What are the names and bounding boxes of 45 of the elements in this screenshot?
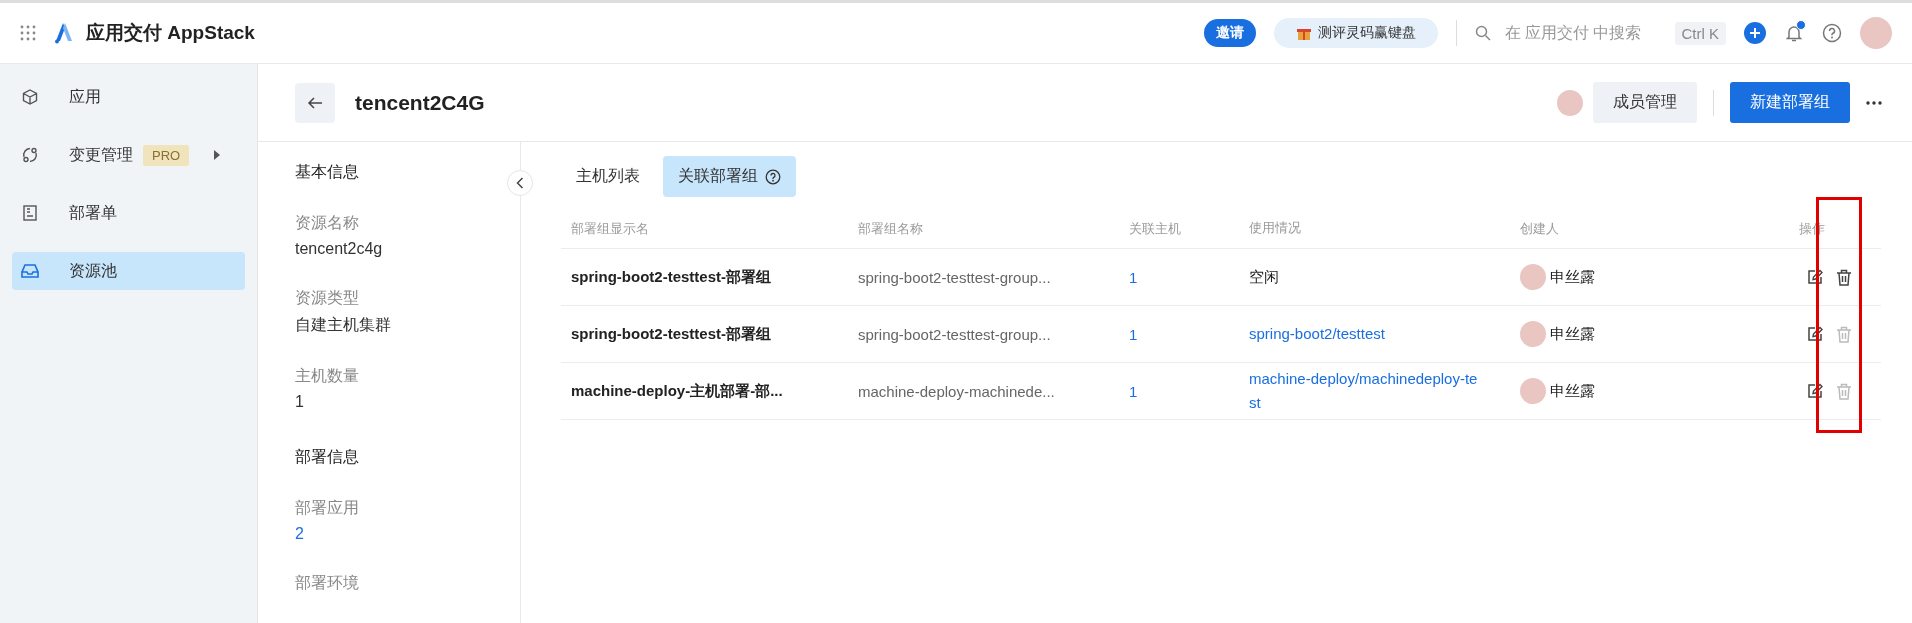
host-count-link[interactable]: 1 bbox=[1119, 268, 1239, 286]
pro-badge: PRO bbox=[143, 144, 190, 166]
table-cell-text: machine-deploy-machinede... bbox=[857, 382, 1056, 400]
creator-name: 申丝露 bbox=[1550, 381, 1595, 401]
field-value: 自建主机集群 bbox=[295, 315, 392, 335]
brand-name: 应用交付 AppStack bbox=[86, 21, 255, 45]
sidebar-item[interactable]: 应用 bbox=[12, 78, 245, 116]
column-header: 关联主机 bbox=[1128, 219, 1182, 238]
table-cell-text: spring-boot2-testtest-部署组 bbox=[570, 324, 772, 344]
host-count-link[interactable]: 1 bbox=[1119, 382, 1239, 400]
field-label: 部署环境 bbox=[295, 573, 360, 593]
table-cell-text: spring-boot2-testtest-group... bbox=[857, 325, 1052, 343]
field-value: 1 bbox=[295, 393, 305, 411]
table-cell-text: spring-boot2-testtest-group... bbox=[857, 268, 1052, 286]
creator-name: 申丝露 bbox=[1550, 267, 1595, 287]
section-title: 基本信息 bbox=[295, 162, 360, 182]
table-cell-text: spring-boot2-testtest-部署组 bbox=[570, 267, 772, 287]
sidebar-item[interactable]: 资源池 bbox=[12, 252, 245, 290]
sidebar-item[interactable]: 变更管理 PRO bbox=[12, 136, 245, 174]
field-link[interactable]: 2 bbox=[295, 525, 520, 543]
usage-link[interactable]: spring-boot2/testtest bbox=[1239, 322, 1510, 346]
creator-name: 申丝露 bbox=[1550, 324, 1595, 344]
sidebar-item[interactable]: 部署单 bbox=[12, 194, 245, 232]
tab[interactable]: 主机列表 bbox=[561, 156, 655, 197]
field-label: 资源名称 bbox=[295, 213, 360, 233]
field-label: 部署应用 bbox=[295, 498, 360, 518]
column-header: 使用情况 bbox=[1248, 219, 1302, 238]
column-header: 创建人 bbox=[1519, 219, 1560, 238]
members-button[interactable]: 成员管理 bbox=[1593, 82, 1697, 123]
table-cell-text: 空闲 bbox=[1248, 267, 1280, 287]
tab[interactable]: 关联部署组 bbox=[663, 156, 796, 197]
field-label: 资源类型 bbox=[295, 288, 360, 308]
shortcut-hint: Ctrl K bbox=[1674, 21, 1726, 45]
host-count-link[interactable]: 1 bbox=[1119, 325, 1239, 343]
column-header: 部署组显示名 bbox=[570, 219, 650, 238]
page-title: tencent2C4G bbox=[355, 90, 485, 115]
invite-button[interactable]: 邀请 bbox=[1203, 19, 1256, 47]
section-title: 部署信息 bbox=[295, 447, 360, 467]
new-group-button[interactable]: 新建部署组 bbox=[1730, 82, 1850, 123]
field-value: tencent2c4g bbox=[295, 240, 384, 258]
column-header: 部署组名称 bbox=[857, 219, 924, 238]
promo-button[interactable]: 测评灵码赢键盘 bbox=[1273, 18, 1438, 48]
field-label: 主机数量 bbox=[295, 366, 360, 386]
table-cell-text: machine-deploy-主机部署-部... bbox=[570, 381, 784, 401]
usage-link[interactable]: machine-deploy/machinedeploy-test bbox=[1239, 367, 1510, 415]
